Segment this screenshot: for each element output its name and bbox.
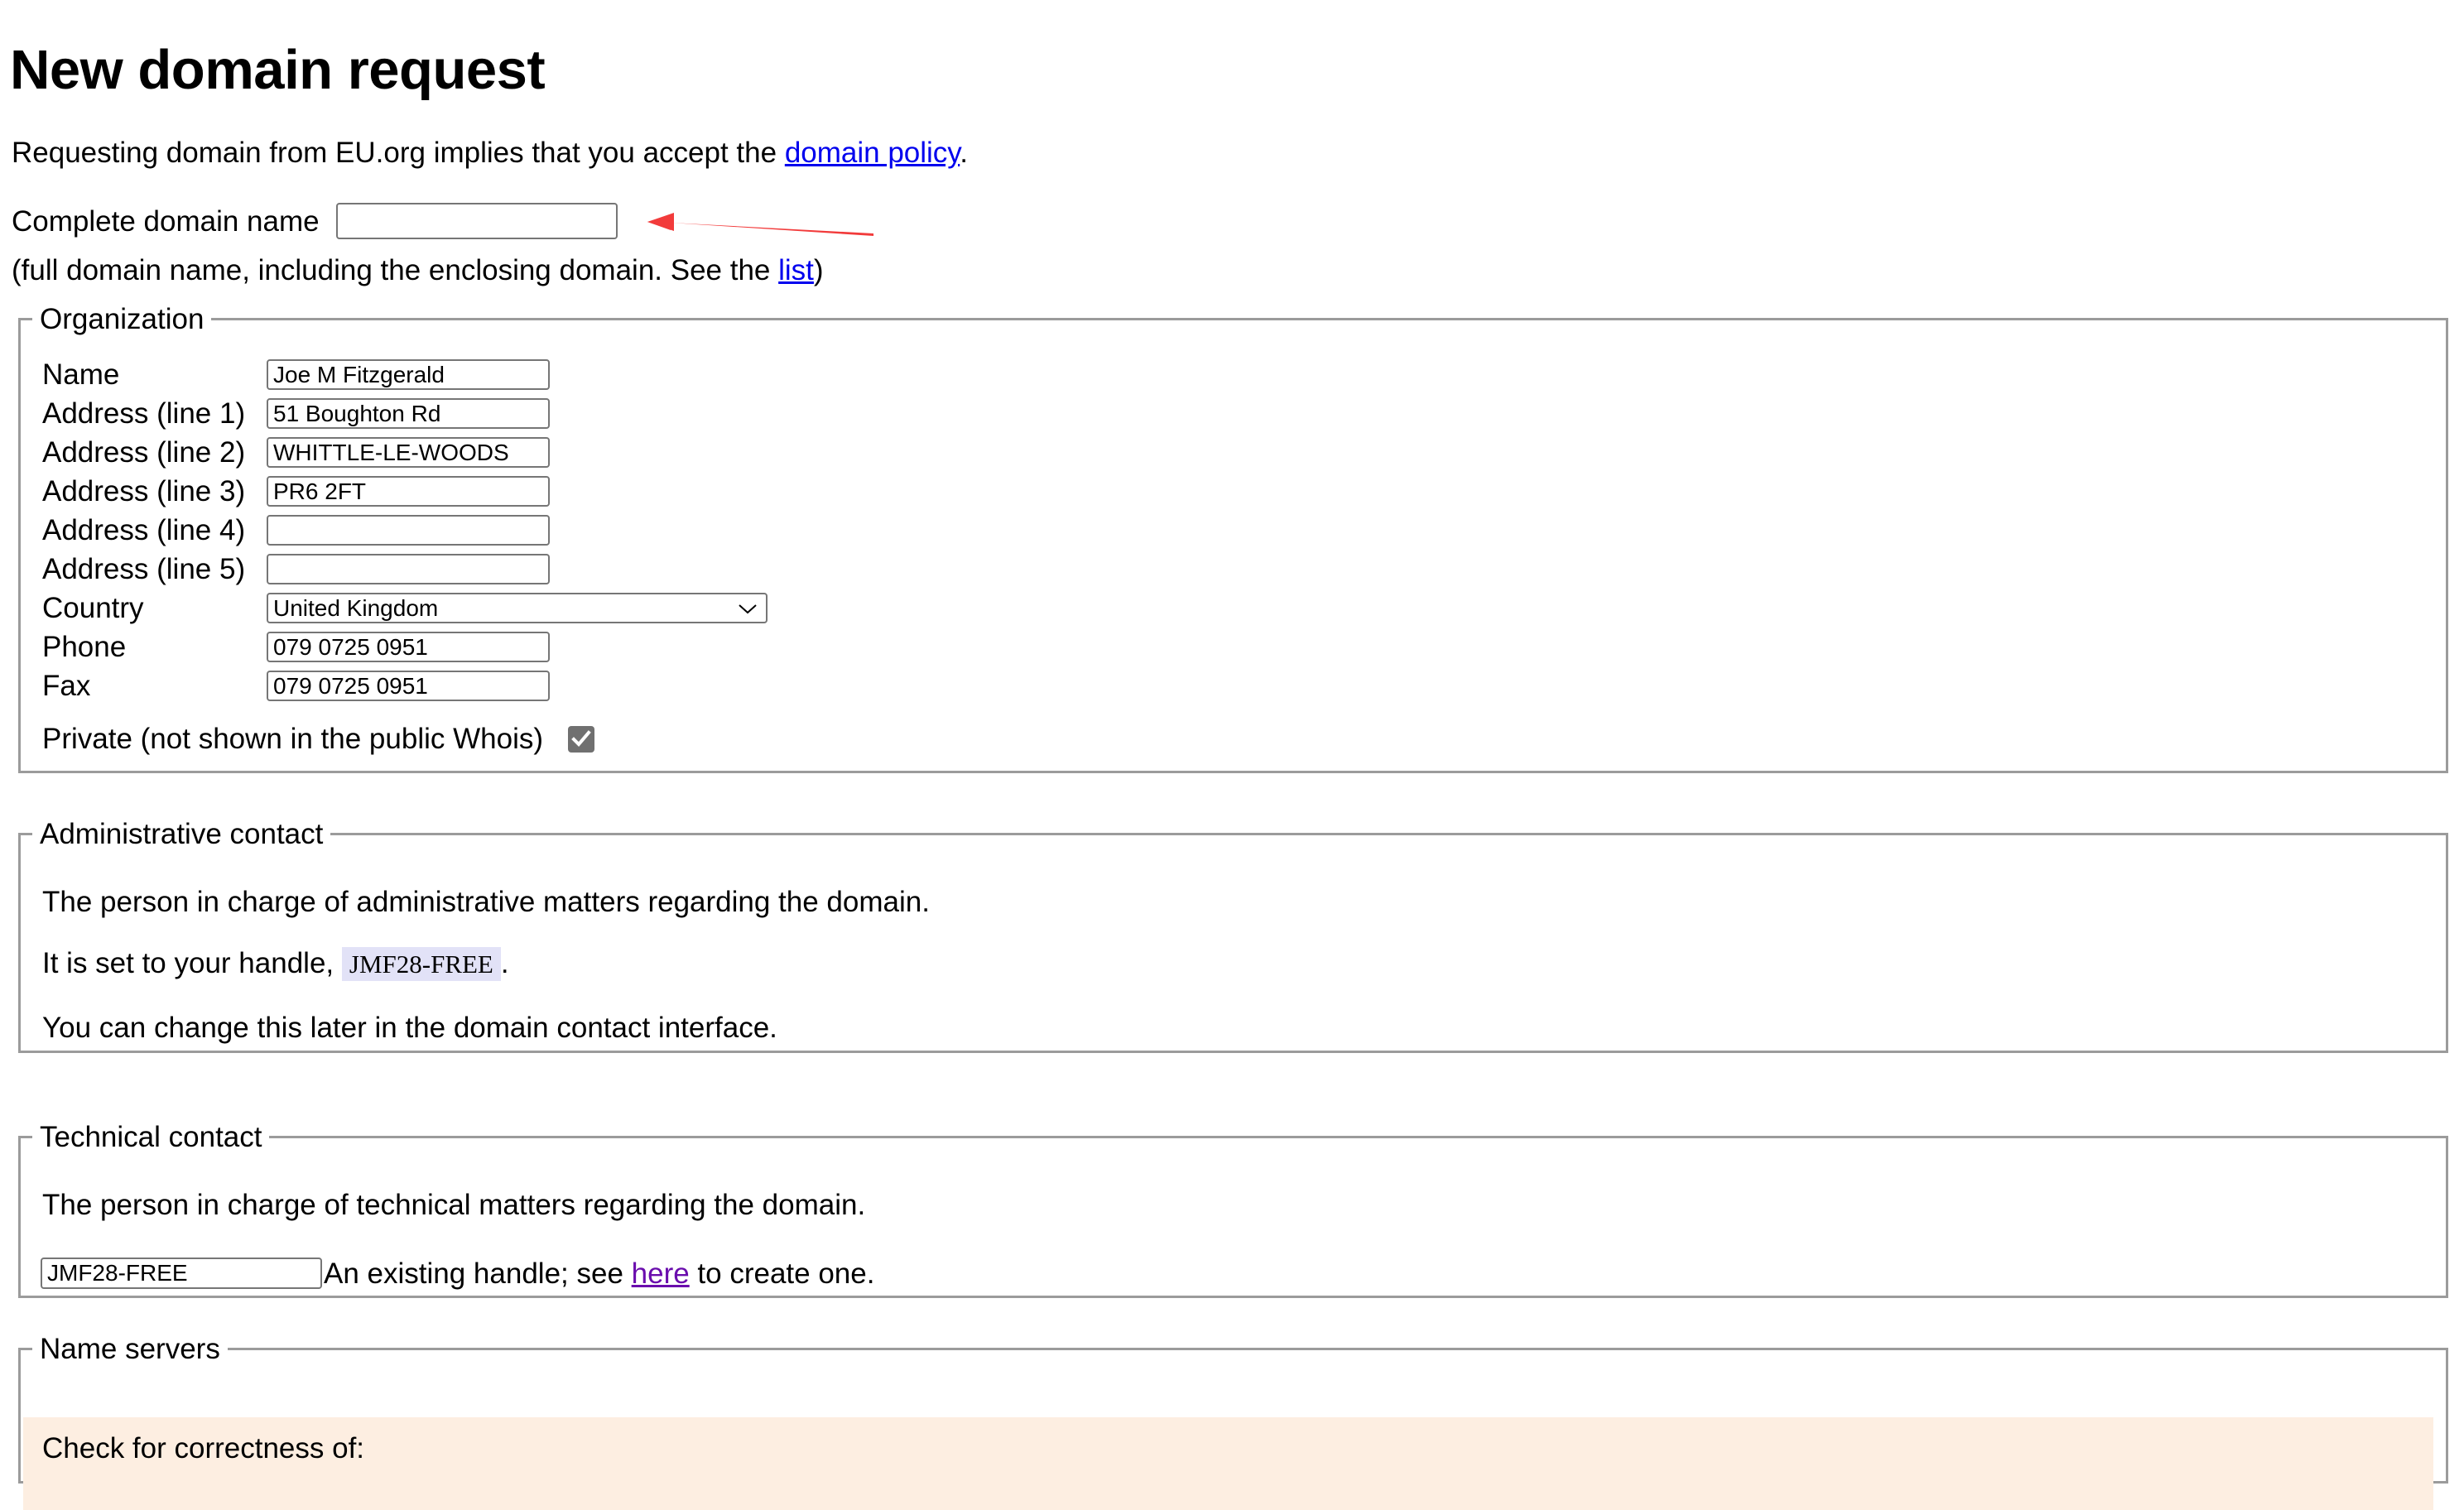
red-arrow-annotation-icon [638,205,886,247]
complete-domain-name-input[interactable] [336,203,618,239]
organization-fieldset: Organization Name Address (line 1) Addre… [18,305,2448,773]
org-label-phone: Phone [42,632,267,661]
org-input-phone[interactable] [267,632,550,662]
administrative-contact-fieldset: Administrative contact The person in cha… [18,820,2448,1053]
private-whois-checkbox[interactable] [568,726,594,753]
org-row-fax: Fax [42,666,768,705]
domain-policy-link[interactable]: domain policy [785,137,960,169]
hint-text-before: (full domain name, including the enclosi… [12,254,778,286]
org-select-country[interactable]: United Kingdom [267,593,768,623]
org-row-address-line-5: Address (line 5) [42,550,768,589]
technical-contact-legend: Technical contact [32,1123,269,1152]
org-label-address-line-5: Address (line 5) [42,555,267,584]
org-input-name[interactable] [267,359,550,390]
name-servers-legend: Name servers [32,1334,228,1363]
organization-legend: Organization [32,305,211,334]
org-label-address-line-4: Address (line 4) [42,516,267,545]
admin-handle-text-before: It is set to your handle, [42,947,342,979]
org-row-address-line-3: Address (line 3) [42,472,768,511]
domain-list-link[interactable]: list [778,254,814,286]
name-servers-check-highlight-block: Check for correctness of: [23,1417,2433,1510]
org-label-name: Name [42,360,267,389]
policy-text-after: . [960,137,968,169]
tech-hint-after: to create one. [690,1258,875,1290]
org-row-address-line-2: Address (line 2) [42,433,768,472]
org-row-name: Name [42,355,768,394]
technical-contact-fieldset: Technical contact The person in charge o… [18,1123,2448,1298]
checkmark-icon [571,730,591,748]
admin-contact-change-note: You can change this later in the domain … [42,1013,777,1042]
admin-contact-description: The person in charge of administrative m… [42,887,930,916]
admin-handle-text-after: . [501,947,509,979]
org-label-address-line-1: Address (line 1) [42,399,267,428]
hint-text-after: ) [814,254,824,286]
org-input-address-line-4[interactable] [267,515,550,546]
country-select-wrap: United Kingdom [267,593,768,623]
organization-fields-list: Name Address (line 1) Address (line 2) A… [42,355,768,705]
org-input-address-line-2[interactable] [267,437,550,468]
org-row-country: Country United Kingdom [42,589,768,628]
name-servers-check-label: Check for correctness of: [42,1434,364,1463]
complete-domain-name-label: Complete domain name [12,207,320,236]
org-row-phone: Phone [42,628,768,666]
new-domain-request-page: New domain request Requesting domain fro… [0,0,2464,1421]
complete-domain-name-hint: (full domain name, including the enclosi… [12,256,824,285]
admin-contact-handle-line: It is set to your handle, JMF28-FREE. [42,949,509,978]
org-input-fax[interactable] [267,671,550,701]
org-input-address-line-1[interactable] [267,398,550,429]
org-row-address-line-4: Address (line 4) [42,511,768,550]
org-input-address-line-5[interactable] [267,554,550,584]
org-label-address-line-2: Address (line 2) [42,438,267,467]
policy-acceptance-text: Requesting domain from EU.org implies th… [12,138,968,167]
org-label-fax: Fax [42,671,267,700]
private-whois-row: Private (not shown in the public Whois) [42,724,594,753]
technical-contact-handle-input[interactable] [41,1258,322,1289]
org-input-address-line-3[interactable] [267,476,550,507]
technical-contact-handle-row: An existing handle; see here to create o… [41,1258,874,1289]
name-servers-fieldset: Name servers Check for correctness of: [18,1334,2448,1484]
org-row-address-line-1: Address (line 1) [42,394,768,433]
technical-contact-description: The person in charge of technical matter… [42,1190,865,1219]
private-whois-label: Private (not shown in the public Whois) [42,724,543,753]
policy-text-before: Requesting domain from EU.org implies th… [12,137,785,169]
administrative-contact-legend: Administrative contact [32,820,330,849]
org-label-address-line-3: Address (line 3) [42,477,267,506]
admin-contact-handle-code: JMF28-FREE [342,947,501,981]
create-handle-link[interactable]: here [632,1258,690,1290]
page-title: New domain request [10,42,545,98]
complete-domain-name-row: Complete domain name [12,203,618,239]
org-label-country: Country [42,594,267,623]
technical-contact-handle-hint: An existing handle; see here to create o… [324,1259,874,1288]
tech-hint-before: An existing handle; see [324,1258,632,1290]
